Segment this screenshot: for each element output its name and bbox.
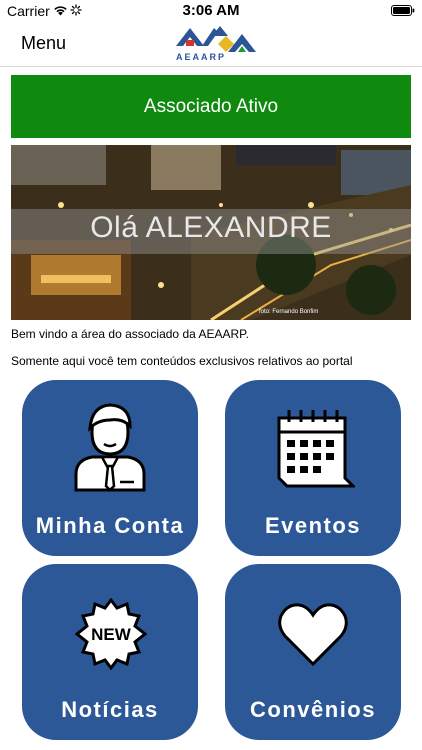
heart-icon <box>278 603 348 667</box>
membership-status-banner: Associado Ativo <box>11 75 411 138</box>
nav-bar: Menu AEAARP <box>0 22 422 67</box>
membership-status-text: Associado Ativo <box>143 95 279 117</box>
calendar-icon <box>277 410 355 488</box>
welcome-text: Bem vindo a área do associado da AEAARP. <box>11 327 249 341</box>
tile-label: Minha Conta <box>35 513 185 538</box>
logo-wordmark: AEAARP <box>176 52 227 62</box>
tile-label: Eventos <box>264 513 362 538</box>
tile-convenios[interactable]: Convênios <box>225 564 401 740</box>
tile-label: Notícias <box>61 697 159 722</box>
tile-eventos[interactable]: Eventos <box>225 380 401 556</box>
clock: 3:06 AM <box>182 2 240 19</box>
tile-label: Convênios <box>250 697 376 722</box>
tile-noticias[interactable]: NEW Notícias <box>22 564 198 740</box>
menu-button[interactable]: Menu <box>21 33 66 54</box>
tile-minha-conta[interactable]: Minha Conta <box>22 380 198 556</box>
new-badge-icon: NEW <box>75 598 147 670</box>
greeting-text: Olá ALEXANDRE <box>90 211 332 244</box>
status-bar: Carrier 3:06 AM <box>0 0 422 22</box>
hero-photo: Olá ALEXANDRE foto: Fernando Bonfim <box>11 145 411 320</box>
photo-credit: foto: Fernando Bonfim <box>259 309 319 315</box>
user-icon <box>74 403 146 492</box>
battery-icon <box>391 5 415 16</box>
exclusive-content-text: Somente aqui você tem conteúdos exclusiv… <box>11 354 353 368</box>
svg-text:NEW: NEW <box>91 625 132 644</box>
